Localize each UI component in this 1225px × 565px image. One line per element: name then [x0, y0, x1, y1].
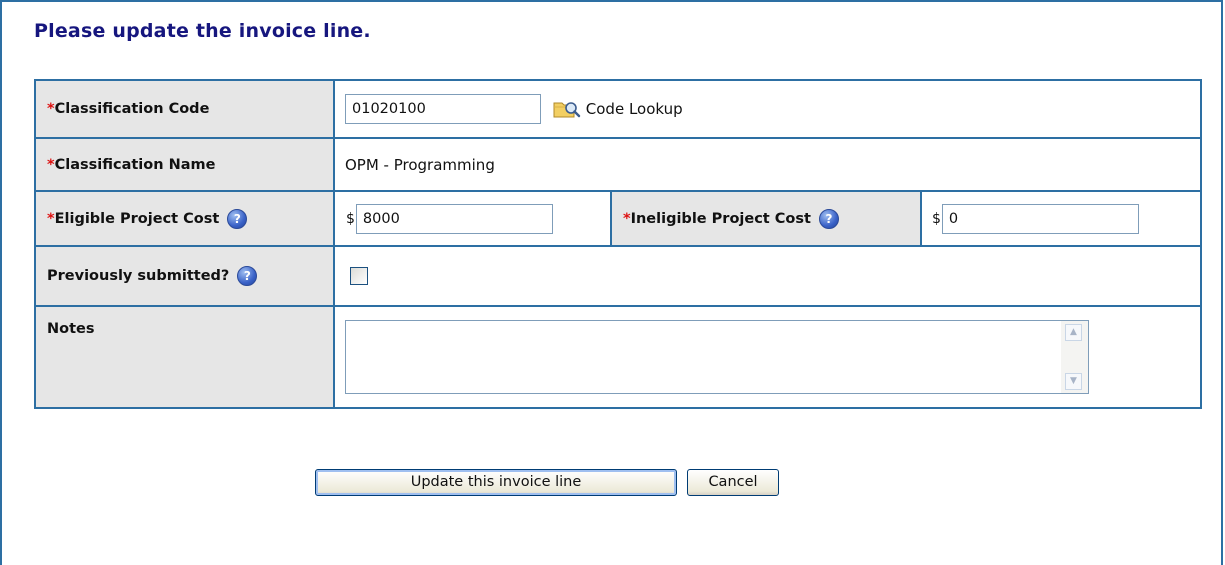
required-marker: * [47, 101, 55, 117]
update-invoice-line-button[interactable]: Update this invoice line [315, 469, 677, 496]
folder-search-icon[interactable] [552, 98, 582, 120]
row-project-costs: *Eligible Project Cost? $ *Ineligible Pr… [34, 190, 1203, 247]
currency-symbol: $ [346, 210, 355, 227]
row-notes: Notes ▲ ▼ [34, 305, 1203, 409]
notes-textarea[interactable]: ▲ ▼ [345, 320, 1089, 394]
ineligible-cost-value-cell: $ [919, 190, 1203, 247]
cancel-button[interactable]: Cancel [687, 469, 779, 496]
scroll-up-icon[interactable]: ▲ [1065, 324, 1082, 341]
ineligible-cost-input[interactable] [941, 203, 1139, 234]
eligible-cost-input[interactable] [355, 203, 553, 234]
classification-code-label-cell: *Classification Code [34, 79, 335, 139]
scroll-down-icon[interactable]: ▼ [1065, 373, 1082, 390]
previously-submitted-label: Previously submitted? [47, 268, 230, 284]
classification-name-label: Classification Name [54, 156, 216, 173]
notes-scrollbar[interactable]: ▲ ▼ [1061, 321, 1088, 393]
code-lookup-link[interactable]: Code Lookup [586, 100, 683, 118]
currency-symbol: $ [932, 210, 941, 227]
classification-code-input[interactable] [345, 94, 541, 124]
eligible-cost-label-cell: *Eligible Project Cost? [34, 190, 335, 247]
row-classification-code: *Classification Code Code Lookup [34, 79, 1203, 139]
ineligible-cost-label-cell: *Ineligible Project Cost? [610, 190, 922, 247]
previously-submitted-label-cell: Previously submitted?? [34, 245, 335, 307]
row-classification-name: *Classification Name OPM - Programming [34, 137, 1203, 192]
required-marker: * [47, 156, 55, 173]
previously-submitted-value-cell [332, 245, 1203, 307]
help-icon[interactable]: ? [237, 266, 258, 286]
row-previously-submitted: Previously submitted?? [34, 245, 1203, 307]
classification-code-label: Classification Code [54, 101, 210, 117]
required-marker: * [623, 210, 631, 227]
invoice-line-form: *Classification Code Code Lookup *Classi… [34, 79, 1203, 409]
required-marker: * [47, 210, 55, 227]
notes-label: Notes [47, 321, 95, 337]
classification-name-label-cell: *Classification Name [34, 137, 335, 192]
notes-value-cell: ▲ ▼ [332, 305, 1203, 409]
eligible-cost-label: Eligible Project Cost [54, 210, 220, 227]
notes-label-cell: Notes [34, 305, 335, 409]
eligible-cost-value-cell: $ [333, 190, 612, 247]
classification-name-value: OPM - Programming [332, 137, 1203, 192]
help-icon[interactable]: ? [227, 208, 248, 229]
ineligible-cost-label: Ineligible Project Cost [630, 210, 811, 227]
page-title: Please update the invoice line. [34, 20, 371, 42]
previously-submitted-checkbox[interactable] [350, 267, 368, 286]
classification-code-value-cell: Code Lookup [332, 79, 1203, 139]
help-icon[interactable]: ? [818, 208, 839, 229]
